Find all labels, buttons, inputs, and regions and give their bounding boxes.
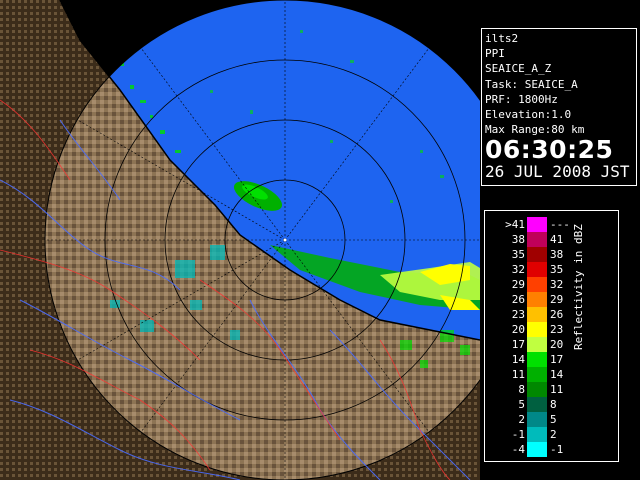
legend-low-value: -4 xyxy=(511,443,525,456)
legend-color-swatch xyxy=(527,277,547,292)
reflectivity-legend: >41 --- 38 41 35 38 32 35 29 32 26 29 23 26 20 23 17 20 14… xyxy=(484,210,619,462)
legend-color-swatch xyxy=(527,442,547,457)
scan-time: 06:30:25 xyxy=(485,135,614,165)
legend-color-swatch xyxy=(527,367,547,382)
legend-row: 20 23 xyxy=(485,322,585,337)
legend-row: 17 20 xyxy=(485,337,585,352)
legend-row: 26 29 xyxy=(485,292,585,307)
legend-row: 23 26 xyxy=(485,307,585,322)
legend-color-swatch xyxy=(527,217,547,232)
legend-low-value: 35 xyxy=(511,248,525,261)
legend-low-value: 17 xyxy=(511,338,525,351)
legend-high-value: 11 xyxy=(550,383,564,396)
legend-low-value: 32 xyxy=(511,263,525,276)
legend-low-value: 14 xyxy=(511,353,525,366)
legend-high-value: -1 xyxy=(550,443,564,456)
radar-name: ilts2 xyxy=(485,32,519,45)
legend-color-swatch xyxy=(527,322,547,337)
legend-color-swatch xyxy=(527,397,547,412)
elevation-value: Elevation:1.0 xyxy=(485,108,572,122)
legend-color-swatch xyxy=(527,382,547,397)
legend-low-value: 20 xyxy=(511,323,525,336)
legend-color-swatch xyxy=(527,337,547,352)
legend-low-value: >41 xyxy=(505,218,525,231)
legend-color-swatch xyxy=(527,232,547,247)
legend-low-value: 23 xyxy=(511,308,525,321)
legend-low-value: -1 xyxy=(511,428,525,441)
legend-high-value: 5 xyxy=(550,413,557,426)
legend-low-value: 38 xyxy=(511,233,525,246)
legend-row: 58 xyxy=(485,397,585,412)
legend-row: 38 41 xyxy=(485,232,585,247)
legend-high-value: 8 xyxy=(550,398,557,411)
legend-row: -1 2 xyxy=(485,427,585,442)
legend-row: 35 38 xyxy=(485,247,585,262)
radar-ppi-display xyxy=(0,0,480,480)
scan-date: 26 JUL 2008 JST xyxy=(485,162,630,182)
radar-site-marker xyxy=(283,238,287,242)
legend-low-value: 29 xyxy=(511,278,525,291)
legend-row: >41 --- xyxy=(485,217,585,232)
scan-info-panel: ilts2 PPI SEAICE_A_Z Task: SEAICE_A PRF:… xyxy=(481,28,637,186)
legend-row: 8 11 xyxy=(485,382,585,397)
legend-high-value: 14 xyxy=(550,368,564,381)
legend-color-swatch xyxy=(527,427,547,442)
legend-row: 29 32 xyxy=(485,277,585,292)
legend-color-swatch xyxy=(527,412,547,427)
product-name: SEAICE_A_Z xyxy=(485,62,552,76)
legend-row: 11 14 xyxy=(485,367,585,382)
legend-color-swatch xyxy=(527,307,547,322)
legend-color-swatch xyxy=(527,262,547,277)
legend-color-swatch xyxy=(527,292,547,307)
scan-mode: PPI xyxy=(485,47,505,61)
prf-value: PRF: 1800Hz xyxy=(485,92,558,106)
legend-color-swatch xyxy=(527,352,547,367)
legend-row: 25 xyxy=(485,412,585,427)
task-name: Task: SEAICE_A xyxy=(485,77,578,91)
legend-unit-label: Reflectivity in dBZ xyxy=(572,224,585,350)
legend-low-value: 2 xyxy=(518,413,525,426)
legend-low-value: 11 xyxy=(511,368,525,381)
legend-high-value: 2 xyxy=(550,428,557,441)
legend-row: -4 -1 xyxy=(485,442,585,457)
legend-low-value: 26 xyxy=(511,293,525,306)
legend-high-value: 17 xyxy=(550,353,564,366)
legend-low-value: 5 xyxy=(518,398,525,411)
legend-low-value: 8 xyxy=(518,383,525,396)
legend-row: 32 35 xyxy=(485,262,585,277)
legend-row: 14 17 xyxy=(485,352,585,367)
legend-color-swatch xyxy=(527,247,547,262)
